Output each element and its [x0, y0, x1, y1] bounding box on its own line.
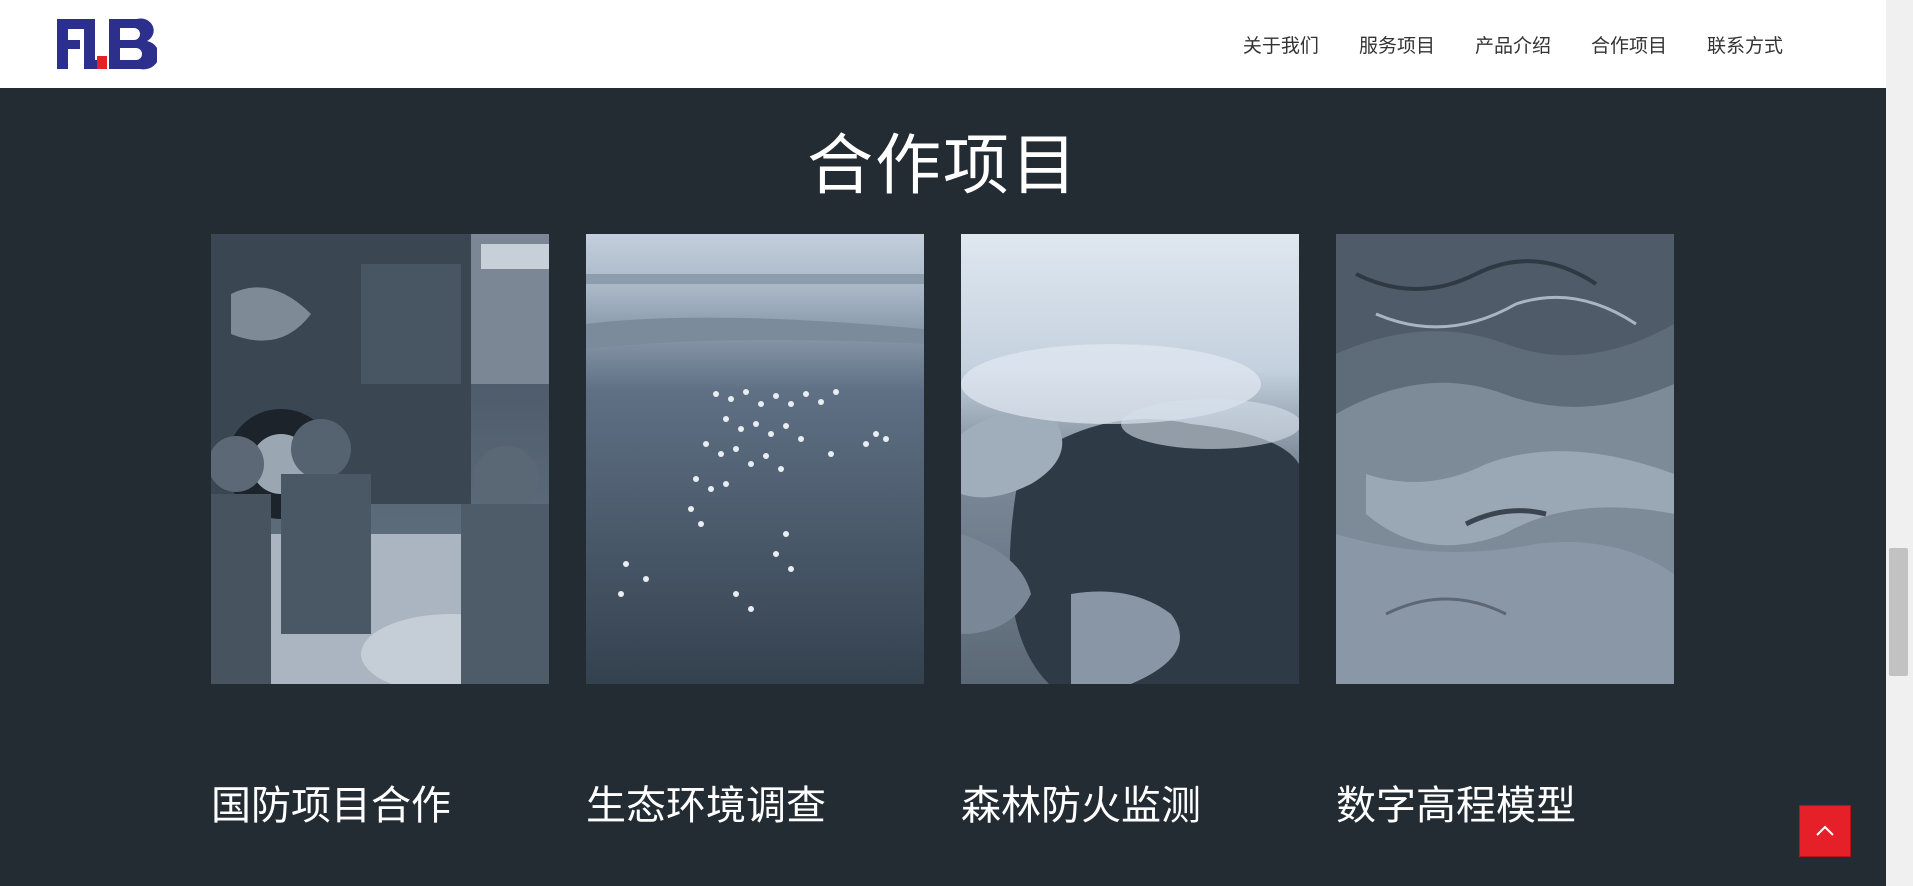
chevron-up-icon [1816, 825, 1834, 836]
nav-products[interactable]: 产品介绍 [1455, 31, 1571, 58]
nav-about[interactable]: 关于我们 [1223, 31, 1339, 58]
card-caption-dem: 数字高程模型 [1336, 783, 1576, 829]
nav-cooperation[interactable]: 合作项目 [1571, 31, 1687, 58]
page-scrollbar[interactable] [1886, 0, 1913, 886]
site-logo[interactable] [57, 18, 157, 70]
project-card-dem[interactable]: 数字高程模型 [1336, 234, 1674, 829]
forest-fire-photo [961, 234, 1299, 684]
main-nav: 关于我们 服务项目 产品介绍 合作项目 联系方式 [1223, 0, 1803, 88]
defense-photo [211, 234, 549, 684]
dem-photo [1336, 234, 1674, 684]
ecology-photo [586, 234, 924, 684]
card-caption-defense: 国防项目合作 [211, 783, 451, 829]
scrollbar-thumb[interactable] [1889, 548, 1908, 676]
site-header: 关于我们 服务项目 产品介绍 合作项目 联系方式 [0, 0, 1886, 88]
card-caption-ecology: 生态环境调查 [586, 783, 826, 829]
flb-logo-icon [57, 18, 157, 70]
section-title: 合作项目 [807, 127, 1079, 204]
project-card-forest-fire[interactable]: 森林防火监测 [961, 234, 1299, 829]
nav-contact[interactable]: 联系方式 [1687, 31, 1803, 58]
project-card-ecology[interactable]: 生态环境调查 [586, 234, 924, 829]
back-to-top-button[interactable] [1799, 805, 1851, 857]
card-caption-forest-fire: 森林防火监测 [961, 783, 1201, 829]
nav-services[interactable]: 服务项目 [1339, 31, 1455, 58]
project-card-defense[interactable]: 国防项目合作 [211, 234, 549, 829]
